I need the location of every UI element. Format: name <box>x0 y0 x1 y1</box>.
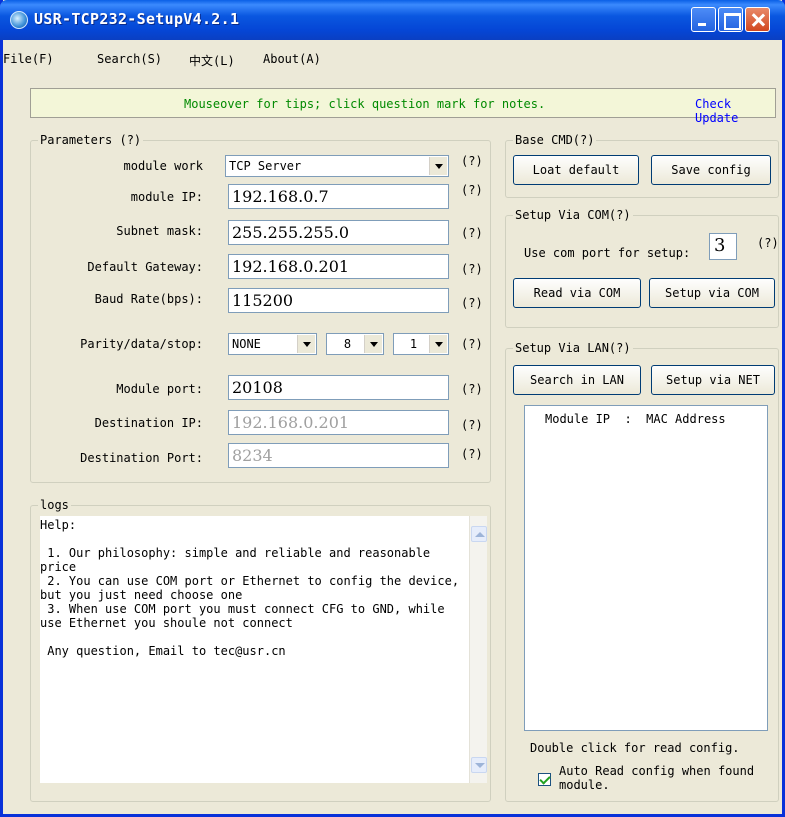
subnet-field[interactable]: 255.255.255.0 <box>228 220 449 245</box>
module-work-select[interactable]: TCP Server <box>225 155 449 177</box>
save-config-button[interactable]: Save config <box>651 155 771 185</box>
menu-language[interactable]: 中文(L) <box>189 52 235 69</box>
gateway-field[interactable]: 192.168.0.201 <box>228 254 449 279</box>
chevron-down-icon[interactable] <box>429 157 447 175</box>
gateway-help[interactable]: (?) <box>461 262 483 276</box>
parity-help[interactable]: (?) <box>461 337 483 351</box>
auto-read-label[interactable]: Auto Read config when found module. <box>559 764 759 792</box>
tip-text: Mouseover for tips; click question mark … <box>184 97 546 111</box>
com-port-label: Use com port for setup: <box>524 246 691 260</box>
app-window: USR-TCP232-SetupV4.2.1 File(F) Search(S)… <box>0 0 785 817</box>
baud-field[interactable]: 115200 <box>228 288 449 313</box>
subnet-label: Subnet mask: <box>116 224 203 238</box>
baud-help[interactable]: (?) <box>461 296 483 310</box>
parameters-legend[interactable]: Parameters (?) <box>38 133 144 147</box>
setup-via-net-button[interactable]: Setup via NET <box>651 365 775 395</box>
tip-bar: Mouseover for tips; click question mark … <box>30 88 776 125</box>
com-port-help[interactable]: (?) <box>757 236 779 250</box>
module-ip-field[interactable]: 192.168.0.7 <box>228 184 449 209</box>
check-update-link[interactable]: Check Update <box>695 97 775 125</box>
chevron-down-icon[interactable] <box>364 335 382 353</box>
module-list-header: Module IP : MAC Address <box>545 412 726 426</box>
search-in-lan-button[interactable]: Search in LAN <box>513 365 641 395</box>
parity-label: Parity/data/stop: <box>80 337 203 351</box>
module-work-help[interactable]: (?) <box>461 154 483 168</box>
scroll-up-icon[interactable] <box>471 526 487 542</box>
dest-port-help[interactable]: (?) <box>461 447 483 461</box>
module-port-label: Module port: <box>116 382 203 396</box>
app-icon <box>10 11 28 29</box>
setup-via-com-button[interactable]: Setup via COM <box>649 278 775 308</box>
module-ip-label: module IP: <box>130 190 203 204</box>
module-port-help[interactable]: (?) <box>461 382 483 396</box>
setup-com-legend[interactable]: Setup Via COM(?) <box>513 208 633 222</box>
subnet-help[interactable]: (?) <box>461 226 483 240</box>
parity-select[interactable]: NONE <box>228 333 317 355</box>
chevron-down-icon[interactable] <box>297 335 315 353</box>
minimize-button[interactable] <box>691 7 716 32</box>
data-bits-select[interactable]: 8 <box>326 333 384 355</box>
scroll-down-icon[interactable] <box>471 757 487 773</box>
double-click-hint: Double click for read config. <box>530 741 740 755</box>
menu-file[interactable]: File(F) <box>3 52 54 66</box>
close-button[interactable] <box>745 7 770 32</box>
dest-port-field[interactable]: 8234 <box>228 443 449 468</box>
stop-bits-value: 1 <box>409 337 418 351</box>
dest-ip-label: Destination IP: <box>94 416 203 430</box>
module-port-field[interactable]: 20108 <box>228 375 449 400</box>
logs-legend: logs <box>38 498 71 512</box>
base-cmd-legend[interactable]: Base CMD(?) <box>513 133 597 147</box>
maximize-button[interactable] <box>718 7 743 32</box>
read-via-com-button[interactable]: Read via COM <box>513 278 641 308</box>
title-bar[interactable]: USR-TCP232-SetupV4.2.1 <box>0 0 785 40</box>
module-list[interactable]: Module IP : MAC Address <box>524 405 768 731</box>
setup-lan-legend[interactable]: Setup Via LAN(?) <box>513 341 633 355</box>
menu-search[interactable]: Search(S) <box>97 52 162 66</box>
auto-read-checkbox[interactable] <box>538 773 551 786</box>
module-work-value: TCP Server <box>229 159 302 173</box>
stop-bits-select[interactable]: 1 <box>393 333 449 355</box>
module-work-label: module work <box>123 159 203 173</box>
load-default-button[interactable]: Loat default <box>513 155 639 185</box>
dest-ip-help[interactable]: (?) <box>461 418 483 432</box>
parity-value: NONE <box>232 337 261 351</box>
window-title: USR-TCP232-SetupV4.2.1 <box>34 10 240 28</box>
baud-label: Baud Rate(bps): <box>94 292 203 306</box>
data-bits-value: 8 <box>343 337 352 351</box>
module-ip-help[interactable]: (?) <box>461 183 483 197</box>
chevron-down-icon[interactable] <box>429 335 447 353</box>
gateway-label: Default Gateway: <box>87 260 203 274</box>
com-port-field[interactable]: 3 <box>709 233 737 260</box>
log-textarea[interactable]: Help: 1. Our philosophy: simple and reli… <box>40 516 487 783</box>
log-text: Help: 1. Our philosophy: simple and reli… <box>40 518 460 658</box>
log-scrollbar[interactable] <box>469 516 487 783</box>
menu-bar: File(F) Search(S) 中文(L) About(A) <box>3 40 782 75</box>
dest-port-label: Destination Port: <box>80 451 203 465</box>
setup-com-group: Setup Via COM(?) <box>505 208 779 328</box>
dest-ip-field[interactable]: 192.168.0.201 <box>228 410 449 435</box>
menu-about[interactable]: About(A) <box>263 52 321 66</box>
